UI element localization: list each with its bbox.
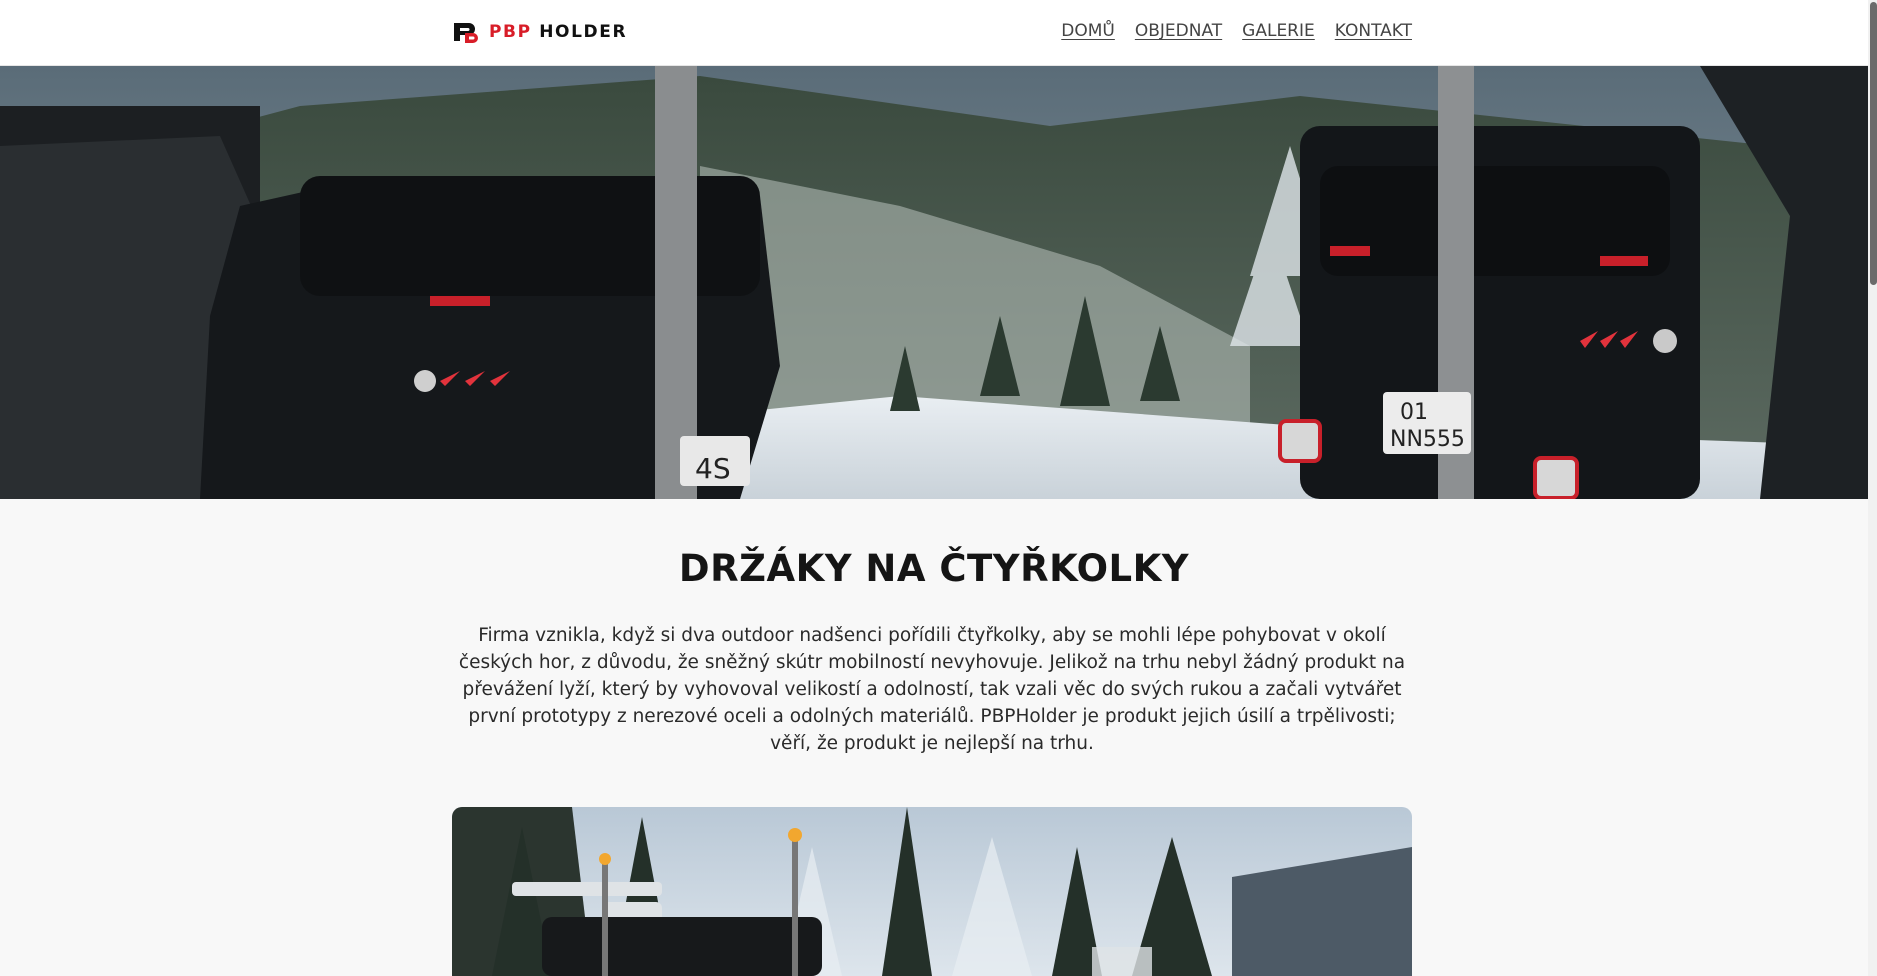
scrollbar-thumb[interactable] bbox=[1870, 2, 1877, 285]
page-scrollbar[interactable] bbox=[1868, 0, 1877, 976]
logo-text: PBP HOLDER bbox=[489, 22, 627, 42]
pbp-logo-icon bbox=[454, 23, 478, 43]
main-nav: DOMŮ OBJEDNAT GALERIE KONTAKT bbox=[1061, 21, 1412, 41]
plate-right-line2: NN555 bbox=[1390, 427, 1465, 452]
hero-image: 4S 01 NN555 bbox=[0, 66, 1868, 499]
site-logo[interactable]: PBP HOLDER bbox=[452, 21, 627, 43]
nav-link-objednat[interactable]: OBJEDNAT bbox=[1135, 21, 1222, 41]
plate-right-line1: 01 bbox=[1400, 400, 1428, 425]
gallery-preview-image bbox=[452, 807, 1412, 976]
page-title: DRŽÁKY NA ČTYŘKOLKY bbox=[678, 547, 1190, 590]
hero-atv-photo: 4S 01 NN555 bbox=[0, 66, 1868, 499]
nav-link-galerie[interactable]: GALERIE bbox=[1242, 21, 1315, 41]
nav-link-kontakt[interactable]: KONTAKT bbox=[1335, 21, 1412, 41]
plate-left-text: 4S bbox=[695, 452, 731, 485]
intro-paragraph: Firma vznikla, když si dva outdoor nadše… bbox=[458, 625, 1406, 754]
site-header: PBP HOLDER DOMŮ OBJEDNAT GALERIE KONTAKT bbox=[0, 0, 1868, 66]
nav-link-domu[interactable]: DOMŮ bbox=[1061, 21, 1115, 41]
logo-text-pbp: PBP bbox=[489, 22, 532, 42]
logo-text-holder: HOLDER bbox=[539, 22, 628, 42]
winter-atv-photo bbox=[452, 807, 1412, 976]
